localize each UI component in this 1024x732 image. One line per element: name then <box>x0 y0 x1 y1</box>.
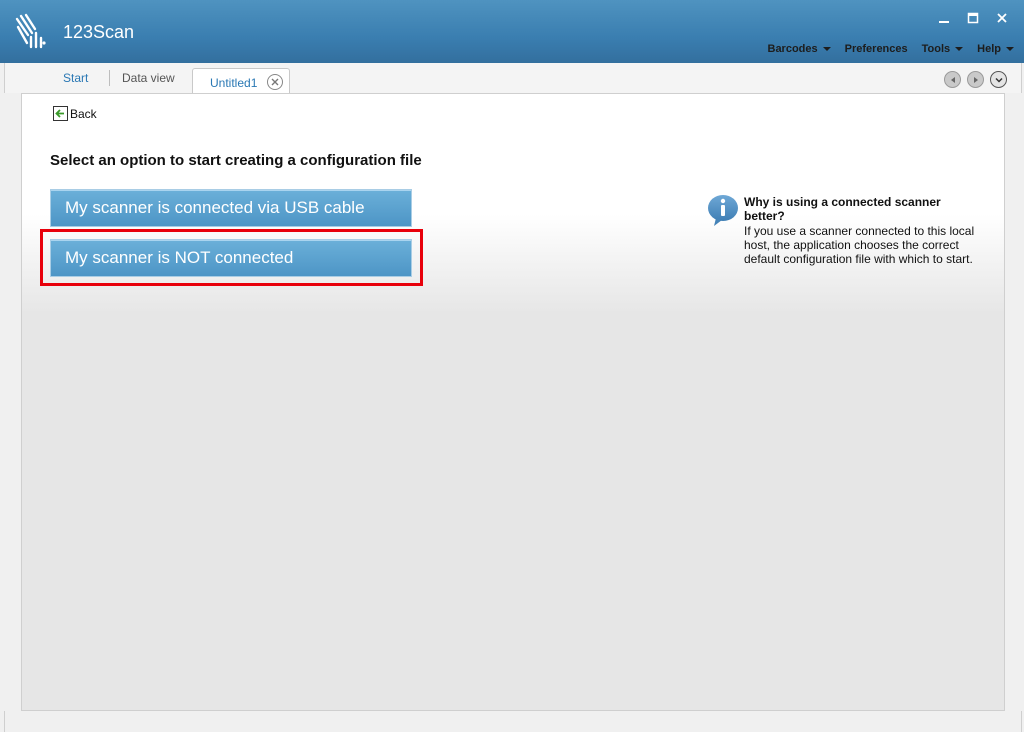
app-window: 123Scan Barcodes Preferences Tools Help … <box>0 0 1024 732</box>
tab-navigation <box>944 71 1007 88</box>
window-controls <box>929 8 1016 28</box>
tab-start[interactable]: Start <box>63 71 88 85</box>
close-button[interactable] <box>987 8 1016 28</box>
minimize-icon <box>938 21 949 23</box>
maximize-icon <box>967 12 978 24</box>
menu-barcodes[interactable]: Barcodes <box>768 43 831 55</box>
info-icon <box>708 195 738 226</box>
tab-separator <box>109 70 110 86</box>
tab-prev-button[interactable] <box>944 71 961 88</box>
tab-data-view[interactable]: Data view <box>122 71 175 85</box>
tab-close-button[interactable] <box>267 74 283 90</box>
tab-strip: Start Data view Untitled1 <box>4 63 1022 94</box>
tab-untitled1-label: Untitled1 <box>210 76 258 90</box>
menu-tools[interactable]: Tools <box>922 43 964 55</box>
close-icon <box>996 13 1007 23</box>
highlight-box <box>40 229 423 286</box>
menu-help[interactable]: Help <box>977 43 1014 55</box>
close-icon <box>271 78 279 86</box>
chevron-left-icon <box>950 76 955 83</box>
chevron-down-icon <box>955 47 964 51</box>
menu-barcodes-label: Barcodes <box>767 43 818 55</box>
page-heading: Select an option to start creating a con… <box>50 152 422 169</box>
menu-help-label: Help <box>977 43 1001 55</box>
info-body: If you use a scanner connected to this l… <box>744 224 975 266</box>
title-bar: 123Scan Barcodes Preferences Tools Help <box>0 0 1024 63</box>
chevron-down-icon <box>994 77 1003 83</box>
status-strip <box>4 711 1022 732</box>
menu-preferences-label: Preferences <box>844 43 908 55</box>
back-button[interactable]: Back <box>53 106 97 121</box>
main-content: Back Select an option to start creating … <box>21 93 1005 711</box>
menu-tools-label: Tools <box>921 43 951 55</box>
chevron-right-icon <box>973 76 978 83</box>
tab-untitled1[interactable]: Untitled1 <box>192 68 290 94</box>
back-label: Back <box>70 106 97 121</box>
menu-bar: Barcodes Preferences Tools Help <box>768 43 1014 55</box>
back-arrow-icon <box>53 106 68 121</box>
app-title: 123Scan <box>63 22 135 42</box>
info-title: Why is using a connected scanner better? <box>744 195 941 223</box>
tab-next-button[interactable] <box>967 71 984 88</box>
tab-list-button[interactable] <box>990 71 1007 88</box>
chevron-down-icon <box>822 47 831 51</box>
zebra-head-icon <box>15 13 46 49</box>
menu-preferences[interactable]: Preferences <box>845 43 908 55</box>
usb-connected-button[interactable]: My scanner is connected via USB cable <box>50 189 412 227</box>
maximize-button[interactable] <box>958 8 987 28</box>
chevron-down-icon <box>1006 47 1014 51</box>
minimize-button[interactable] <box>929 8 958 28</box>
